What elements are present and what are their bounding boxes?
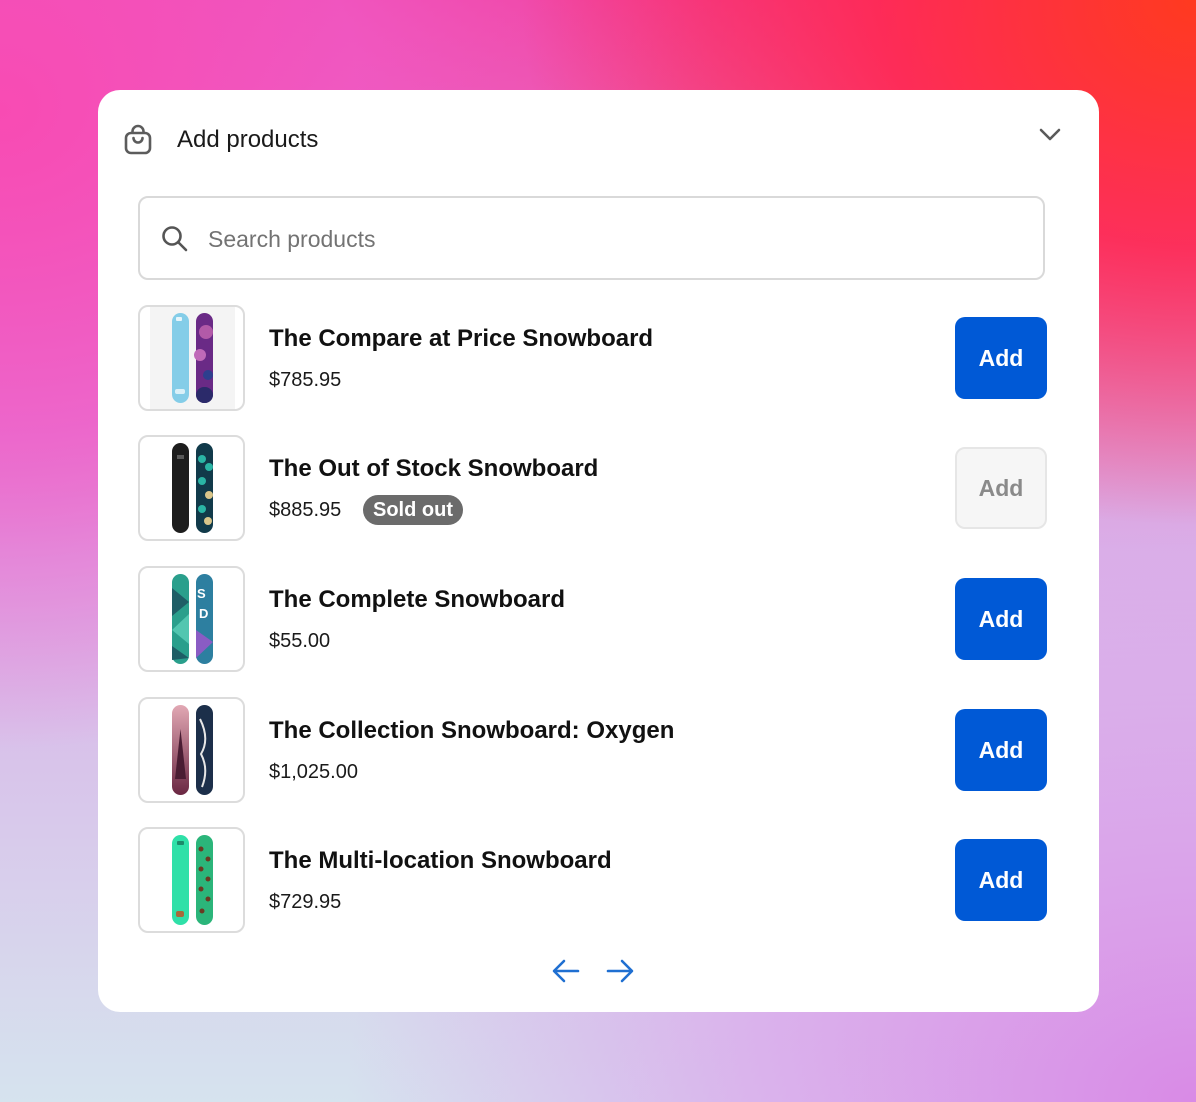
product-name: The Complete Snowboard xyxy=(269,586,566,613)
product-price: $55.00 xyxy=(269,630,331,652)
product-row: The Collection Snowboard: Oxygen $1,025.… xyxy=(138,697,1048,805)
product-thumbnail xyxy=(138,827,245,933)
product-thumbnail xyxy=(138,697,245,803)
arrow-left-icon[interactable] xyxy=(550,956,582,991)
sold-out-badge: Sold out xyxy=(363,495,463,525)
product-row: The Compare at Price Snowboard $785.95 A… xyxy=(138,305,1048,413)
add-button[interactable]: Add xyxy=(955,709,1047,791)
product-row: The Multi-location Snowboard $729.95 Add xyxy=(138,827,1048,935)
arrow-right-icon[interactable] xyxy=(604,956,636,991)
product-thumbnail xyxy=(138,435,245,541)
chevron-down-icon[interactable] xyxy=(1038,124,1062,149)
product-price: $729.95 xyxy=(269,891,342,913)
add-button[interactable]: Add xyxy=(955,317,1047,399)
search-input[interactable] xyxy=(206,198,1030,280)
product-row: The Out of Stock Snowboard $885.95 Sold … xyxy=(138,435,1048,543)
shopping-bag-icon xyxy=(123,124,153,161)
product-price: $885.95 xyxy=(269,499,342,521)
product-name: The Compare at Price Snowboard xyxy=(269,325,654,352)
product-price: $1,025.00 xyxy=(269,761,358,783)
card-title: Add products xyxy=(177,126,319,153)
add-button-disabled: Add xyxy=(955,447,1047,529)
product-name: The Multi-location Snowboard xyxy=(269,847,612,874)
add-button[interactable]: Add xyxy=(955,578,1047,660)
add-button[interactable]: Add xyxy=(955,839,1047,921)
product-name: The Collection Snowboard: Oxygen xyxy=(269,717,675,744)
card-header[interactable]: Add products xyxy=(98,90,1099,190)
svg-text:S: S xyxy=(197,586,206,601)
search-icon xyxy=(161,225,189,258)
add-products-card: Add products Search products The Compare… xyxy=(98,90,1099,1012)
product-thumbnail xyxy=(138,305,245,411)
product-row: S D The Complete Snowboard $55.00 Add xyxy=(138,566,1048,674)
product-thumbnail: S D xyxy=(138,566,245,672)
svg-text:D: D xyxy=(199,606,208,621)
product-name: The Out of Stock Snowboard xyxy=(269,455,599,482)
product-price: $785.95 xyxy=(269,369,342,391)
search-box[interactable] xyxy=(138,196,1045,280)
